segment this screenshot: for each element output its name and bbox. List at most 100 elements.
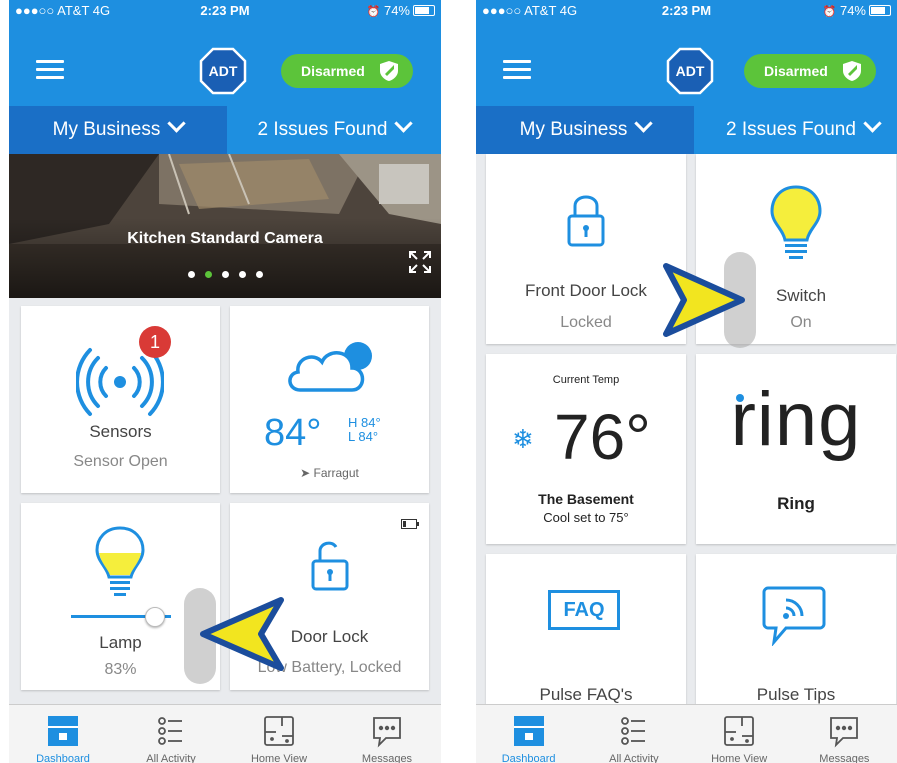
chevron-down-icon (167, 114, 187, 133)
location-label: My Business (519, 119, 628, 140)
svg-text:ADT: ADT (676, 63, 705, 79)
carousel-dot[interactable] (255, 271, 263, 278)
low-battery-icon (401, 519, 419, 529)
carousel-dot[interactable] (238, 271, 246, 278)
app-header: ADT Disarmed (9, 22, 441, 106)
battery-status: ⏰ 74% (367, 3, 435, 18)
adt-logo: ADT (666, 47, 714, 95)
chevron-down-icon (394, 114, 414, 133)
tab-bar: Dashboard All Activity Home View Messages (9, 704, 441, 763)
issues-label: 2 Issues Found (257, 119, 388, 140)
tab-label: Home View (711, 753, 768, 763)
thermostat-mode: Cool set to 75° (543, 510, 629, 525)
tab-label: All Activity (609, 753, 659, 763)
pulse-tips-label: Pulse Tips (756, 685, 836, 704)
location-label: My Business (52, 119, 161, 140)
svg-text:ADT: ADT (209, 63, 238, 79)
pointer-arrow-right (663, 263, 745, 337)
snowflake-icon: ❄ (512, 424, 534, 454)
tab-all-activity[interactable]: All Activity (117, 705, 225, 763)
left-phone-screen: ●●●○○ AT&T 4G 2:23 PM ⏰ 74% ADT Disarmed… (9, 0, 441, 763)
tab-messages[interactable]: Messages (792, 705, 897, 763)
location-bar: My Business 2 Issues Found (9, 106, 441, 154)
tab-messages[interactable]: Messages (333, 705, 441, 763)
tab-dashboard[interactable]: Dashboard (476, 705, 581, 763)
ring-tile[interactable]: ring Ring (696, 354, 896, 544)
tab-home-view[interactable]: Home View (687, 705, 792, 763)
ring-logo: ring (730, 377, 862, 462)
location-bar: My Business 2 Issues Found (476, 106, 897, 154)
right-phone-screen: ●●●○○ AT&T 4G 2:23 PM ⏰ 74% ADT Disarmed… (476, 0, 897, 763)
shield-icon (842, 61, 861, 81)
tab-label: All Activity (146, 753, 196, 763)
weather-city: Farragut (313, 466, 359, 480)
lamp-slider-knob[interactable] (145, 607, 165, 627)
thermostat-temp: 76° (554, 401, 651, 473)
sensors-status: Sensor Open (73, 453, 168, 470)
weather-tile[interactable]: 84° H 84° L 84° ➤ Farragut (230, 306, 429, 493)
weather-high: H 84° (348, 415, 381, 430)
weather-high-low: H 84° L 84° (348, 416, 381, 444)
location-arrow-icon: ➤ (300, 466, 311, 480)
carousel-dots[interactable] (9, 265, 441, 283)
camera-title: Kitchen Standard Camera (127, 230, 323, 247)
tab-all-activity[interactable]: All Activity (581, 705, 686, 763)
status-bar: ●●●○○ AT&T 4G 2:23 PM ⏰ 74% (9, 0, 441, 22)
menu-icon[interactable] (503, 60, 531, 80)
chevron-down-icon (634, 114, 654, 133)
tab-label: Messages (361, 753, 413, 763)
weather-temp: 84° (264, 412, 322, 454)
padlock-icon (567, 195, 605, 247)
camera-carousel[interactable]: Kitchen Standard Camera (9, 154, 441, 298)
issues-selector[interactable]: 2 Issues Found (694, 106, 897, 154)
tab-bar: Dashboard All Activity Home View Messages (476, 704, 897, 763)
carousel-dot[interactable] (221, 271, 229, 278)
adt-logo: ADT (199, 47, 247, 95)
front-door-lock-label: Front Door Lock (525, 281, 647, 300)
carousel-dot[interactable] (204, 271, 212, 278)
front-door-lock-status: Locked (560, 314, 612, 331)
front-door-lock-tile[interactable]: Front Door Lock Locked (486, 154, 686, 344)
chat-signal-icon (762, 586, 826, 646)
tab-dashboard[interactable]: Dashboard (9, 705, 117, 763)
status-bar: ●●●○○ AT&T 4G 2:23 PM ⏰ 74% (476, 0, 897, 22)
pointer-arrow-left (200, 597, 284, 671)
location-selector[interactable]: My Business (9, 106, 227, 154)
battery-percent: 74% (383, 3, 410, 18)
app-header: ADT Disarmed (476, 22, 897, 106)
alarm-status-label: Disarmed (301, 63, 365, 79)
thermostat-zone: The Basement (538, 491, 634, 507)
alarm-clock-icon: ⏰ (366, 6, 381, 18)
alarm-clock-icon: ⏰ (822, 6, 837, 18)
expand-icon[interactable] (407, 249, 433, 275)
issues-selector[interactable]: 2 Issues Found (227, 106, 441, 154)
alarm-status-button[interactable]: Disarmed (281, 54, 413, 88)
ring-logo-dot (736, 394, 744, 402)
battery-status: ⏰ 74% (823, 3, 891, 18)
carousel-dot[interactable] (187, 271, 195, 278)
battery-icon (413, 5, 435, 16)
battery-percent: 74% (839, 3, 866, 18)
alarm-status-button[interactable]: Disarmed (744, 54, 876, 88)
sensors-tile[interactable]: 1 Sensors Sensor Open (21, 306, 220, 493)
thermostat-tile[interactable]: Current Temp ❄ 76° The Basement Cool set… (486, 354, 686, 544)
pulse-faq-label: Pulse FAQ's (539, 685, 633, 704)
tab-label: Home View (250, 753, 308, 763)
alarm-status-label: Disarmed (764, 63, 828, 79)
tab-label: Dashboard (36, 753, 90, 763)
ring-label: Ring (777, 494, 815, 513)
faq-icon: FAQ (548, 590, 620, 630)
chevron-down-icon (863, 114, 882, 133)
tab-label: Messages (819, 753, 870, 763)
weather-low: L 84° (348, 429, 379, 444)
menu-icon[interactable] (36, 60, 64, 80)
thermostat-caption: Current Temp (552, 374, 620, 386)
weather-location: ➤ Farragut (230, 466, 429, 480)
location-selector[interactable]: My Business (476, 106, 694, 154)
tab-home-view[interactable]: Home View (225, 705, 333, 763)
tab-label: Dashboard (501, 753, 556, 763)
issues-label: 2 Issues Found (726, 119, 856, 140)
cloud-icon (288, 342, 372, 392)
unlocked-padlock-icon (311, 541, 349, 591)
sensors-label: Sensors (89, 422, 152, 441)
